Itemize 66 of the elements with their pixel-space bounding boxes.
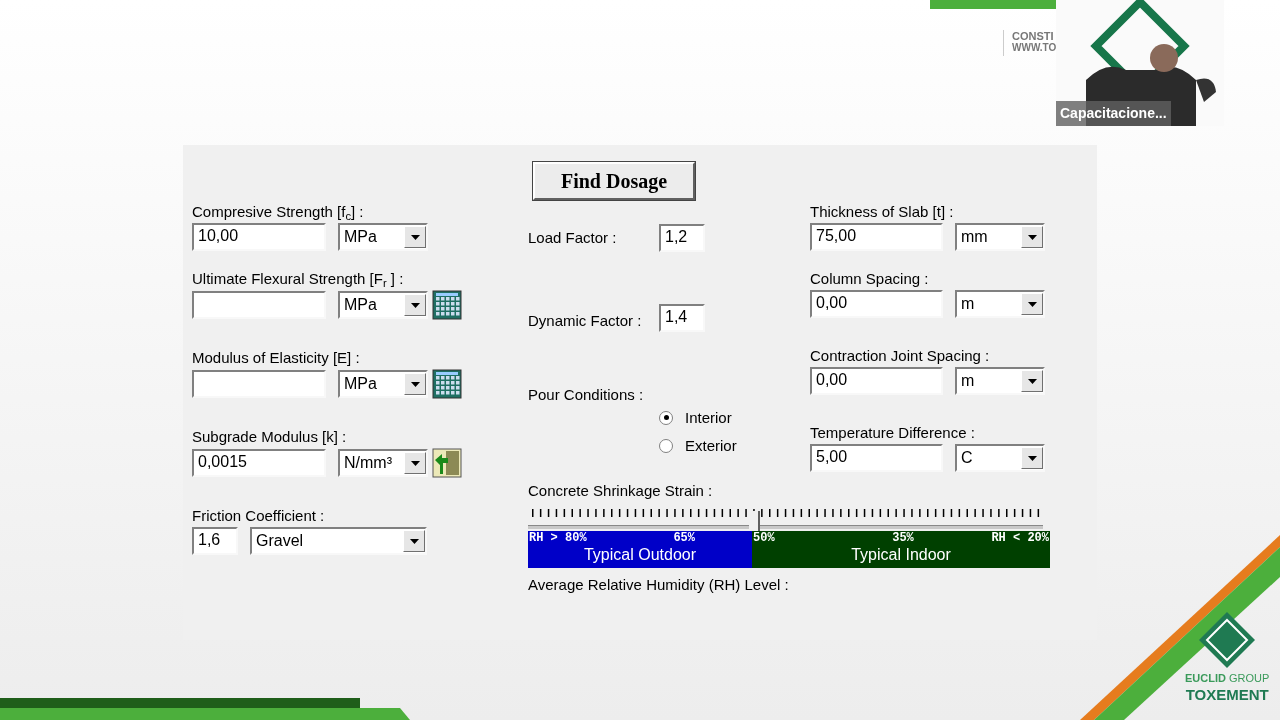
unit-dropdown[interactable]: Gravel (250, 527, 427, 555)
caret-icon (410, 302, 420, 308)
radio-option[interactable]: Exterior (659, 435, 810, 458)
input-field[interactable]: 1,2 (659, 224, 705, 252)
caret-icon (409, 538, 419, 544)
humidity-tick: 65% (673, 530, 695, 545)
field-label: Dynamic Factor : (528, 310, 643, 331)
input-field[interactable]: 1,4 (659, 304, 705, 332)
unit-dropdown[interactable]: N/mm³ (338, 449, 428, 477)
field-label: Ultimate Flexural Strength [F$_{r}$ ] : (192, 269, 405, 288)
slider[interactable] (528, 510, 1043, 531)
field-label: Compresive Strength [f$_{c}$] : (192, 202, 365, 221)
caret-icon (410, 381, 420, 387)
header-text: CONSTI (1012, 30, 1055, 42)
door-exit-icon[interactable] (432, 448, 462, 478)
unit-dropdown[interactable]: MPa (338, 370, 428, 398)
unit-dropdown[interactable]: MPa (338, 223, 428, 251)
unit-dropdown[interactable]: MPa (338, 291, 428, 319)
unit-dropdown[interactable]: mm (955, 223, 1045, 251)
radio-button[interactable] (659, 410, 673, 425)
header-url: WWW.TO (1012, 42, 1057, 54)
input-field[interactable]: 0,0015 (192, 449, 326, 477)
humidity-tick: RH < 20% (991, 530, 1049, 545)
input-field[interactable]: 75,00 (810, 223, 943, 251)
caret-icon (1027, 234, 1037, 240)
caret-icon (410, 460, 420, 466)
radio-button[interactable] (659, 439, 673, 454)
field-label: Temperature Difference : (810, 423, 976, 442)
logo-brand-text: TOXEMENT (1185, 686, 1269, 703)
find-dosage-button[interactable]: Find Dosage (533, 162, 695, 200)
radio-option[interactable]: Interior (659, 406, 810, 429)
field-label: Pour Conditions : (528, 385, 645, 405)
slider-thumb[interactable] (748, 510, 760, 531)
calculator-icon[interactable] (432, 290, 462, 320)
input-field[interactable]: 5,00 (810, 444, 943, 472)
caret-icon (1027, 301, 1037, 307)
zone-label: Typical Outdoor (582, 544, 698, 565)
logo-group-text: EUCLID GROUP (1185, 671, 1270, 686)
input-field[interactable] (192, 291, 326, 319)
caret-icon (410, 234, 420, 240)
input-field[interactable]: 0,00 (810, 367, 943, 395)
participant-name: Capacitacione... (1056, 101, 1171, 126)
field-label: Subgrade Modulus [k] : (192, 427, 348, 446)
field-label: Thickness of Slab [t] : (810, 202, 955, 221)
humidity-tick: 35% (892, 530, 914, 545)
field-label: Contraction Joint Spacing : (810, 346, 991, 365)
calculator-icon[interactable] (432, 369, 462, 399)
field-label: Friction Coefficient : (192, 506, 326, 525)
section-label: Concrete Shrinkage Strain : (528, 481, 714, 501)
scale-caption: Average Relative Humidity (RH) Level : (528, 574, 790, 595)
input-field[interactable]: 0,00 (810, 290, 943, 318)
humidity-tick: RH > 80% (529, 530, 587, 545)
unit-dropdown[interactable]: m (955, 290, 1045, 318)
input-field[interactable] (192, 370, 326, 398)
caret-icon (1027, 455, 1037, 461)
unit-dropdown[interactable]: m (955, 367, 1045, 395)
field-label: Modulus of Elasticity [E] : (192, 348, 361, 367)
caret-icon (1027, 378, 1037, 384)
logo-icon (1197, 610, 1258, 670)
humidity-tick: 50% (753, 530, 775, 545)
field-label: Load Factor : (528, 227, 618, 248)
unit-dropdown[interactable]: C (955, 444, 1045, 472)
input-field[interactable]: 1,6 (192, 527, 238, 555)
input-field[interactable]: 10,00 (192, 223, 326, 251)
field-label: Column Spacing : (810, 269, 930, 288)
zone-label: Typical Indoor (850, 544, 952, 565)
